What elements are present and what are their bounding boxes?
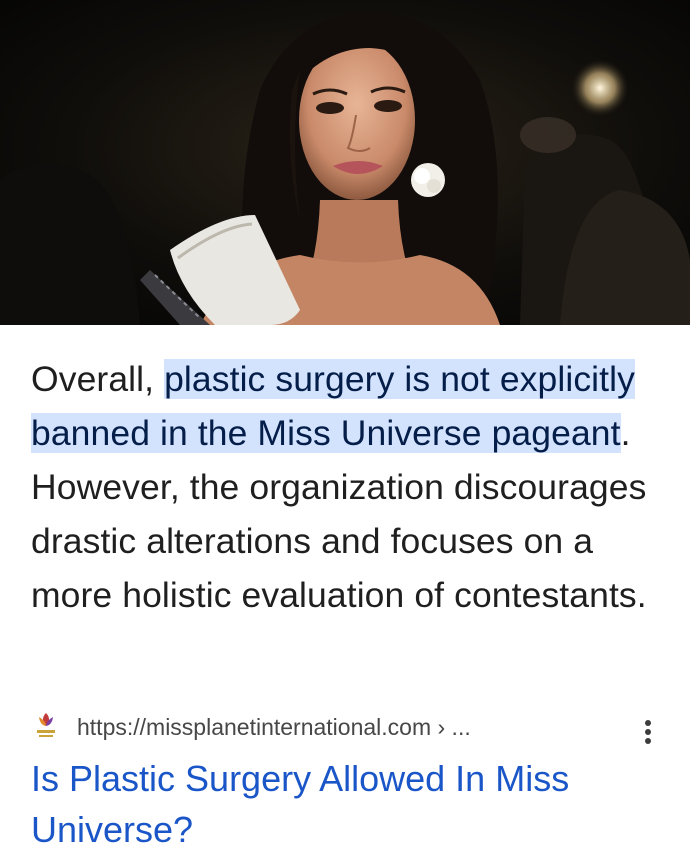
source-url[interactable]: https://missplanetinternational.com › ..…: [77, 714, 471, 741]
snippet-lead: Overall,: [31, 359, 165, 399]
more-vert-icon-dot: [645, 729, 651, 735]
result-image[interactable]: [0, 0, 690, 325]
more-vert-icon-dot: [645, 738, 651, 744]
missplanet-logo-icon: [37, 713, 55, 737]
more-vert-icon: [645, 720, 651, 726]
result-title-link[interactable]: Is Plastic Surgery Allowed In Miss Unive…: [31, 753, 671, 855]
featured-snippet-text: Overall, plastic surgery is not explicit…: [31, 352, 671, 622]
portrait-photo: [0, 0, 690, 325]
more-options-button[interactable]: [632, 709, 666, 751]
source-row[interactable]: https://missplanetinternational.com › ..…: [34, 709, 674, 745]
